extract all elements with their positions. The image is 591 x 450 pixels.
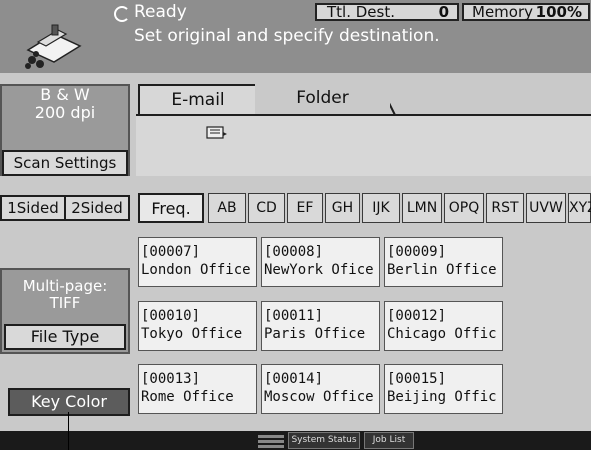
multi-page-label: Multi-page: [22,277,108,295]
destination-id: [00014] [264,371,324,387]
destination-id: [00013] [141,371,201,387]
file-type-button[interactable]: File Type [4,324,126,350]
tab-folder[interactable]: Folder [255,84,390,114]
status-bars-icon [258,435,284,448]
memory-value: 100% [535,3,582,21]
destination-name: Rome Office [141,389,234,405]
destination-name: NewYork Ofice [264,262,374,278]
destination-button-00008[interactable]: [00008] NewYork Ofice [261,237,380,287]
tab-email[interactable]: E-mail [138,84,258,114]
destination-id: [00010] [141,308,201,324]
index-tab-cd[interactable]: CD [248,193,285,223]
destination-id: [00015] [387,371,447,387]
key-color-button[interactable]: Key Color [8,388,130,416]
memory-label: Memory [472,3,534,21]
destination-id: [00011] [264,308,324,324]
destination-button-00010[interactable]: [00010] Tokyo Office [138,301,257,351]
callout-line [68,412,69,450]
destination-id: [00012] [387,308,447,324]
destination-button-00009[interactable]: [00009] Berlin Office [384,237,503,287]
destination-id: [00008] [264,244,324,260]
destination-button-00012[interactable]: [00012] Chicago Offic [384,301,503,351]
destination-name: Paris Office [264,326,366,342]
scan-settings-button[interactable]: Scan Settings [2,150,128,176]
destination-id: [00007] [141,244,201,260]
resolution-mode: B & W [40,85,90,104]
destination-name: Chicago Offic [387,326,497,342]
status-circle-icon [114,6,130,22]
screen: Ready Set original and specify destinati… [0,0,591,450]
destination-button-00011[interactable]: [00011] Paris Office [261,301,380,351]
header: Ready Set original and specify destinati… [0,0,591,73]
destination-name: Tokyo Office [141,326,243,342]
destination-name: Berlin Office [387,262,497,278]
total-destinations-label: Ttl. Dest. [327,3,395,21]
total-destinations-value: 0 [438,3,449,21]
two-sided-button[interactable]: 2Sided [66,197,128,219]
destination-button-00015[interactable]: [00015] Beijing Offic [384,364,503,414]
file-type-text: Multi-page: TIFF [0,278,130,312]
selected-destination-area[interactable] [136,114,591,176]
total-destinations-box: Ttl. Dest. 0 [315,3,459,21]
system-status-button[interactable]: System Status [288,432,360,449]
status-text: Ready [134,2,187,22]
envelope-icon [206,126,227,139]
file-format-value: TIFF [49,294,81,312]
destination-button-00014[interactable]: [00014] Moscow Office [261,364,380,414]
index-tab-lmn[interactable]: LMN [402,193,442,223]
index-tab-ab[interactable]: AB [208,193,246,223]
index-tab-gh[interactable]: GH [325,193,360,223]
sided-toggle-group: 1Sided 2Sided [0,195,130,221]
index-tab-rst[interactable]: RST [486,193,524,223]
destination-name: Beijing Offic [387,389,497,405]
scanner-device-icon [25,24,82,69]
destination-id: [00009] [387,244,447,260]
index-tab-uvw[interactable]: UVW [526,193,566,223]
index-tab-ijk[interactable]: IJK [362,193,400,223]
destination-button-00007[interactable]: [00007] London Office [138,237,257,287]
one-sided-button[interactable]: 1Sided [2,197,64,219]
destination-name: Moscow Office [264,389,374,405]
memory-box: Memory 100% [462,3,590,21]
lcd-panel: Ready Set original and specify destinati… [0,0,591,431]
job-list-button[interactable]: Job List [364,432,414,449]
destination-name: London Office [141,262,251,278]
index-tab-opq[interactable]: OPQ [444,193,484,223]
destination-button-00013[interactable]: [00013] Rome Office [138,364,257,414]
index-tab-row: Freq. AB CD EF GH IJK LMN OPQ RST UVW XY… [138,193,591,223]
index-tab-ef[interactable]: EF [287,193,323,223]
resolution-text: B & W 200 dpi [0,86,130,122]
instruction-message: Set original and specify destination. [134,26,440,46]
index-tab-freq[interactable]: Freq. [138,193,204,223]
bottom-status-bar: System Status Job List [0,431,591,450]
index-tab-xyz[interactable]: XYZ [568,193,591,223]
resolution-dpi: 200 dpi [34,103,96,122]
